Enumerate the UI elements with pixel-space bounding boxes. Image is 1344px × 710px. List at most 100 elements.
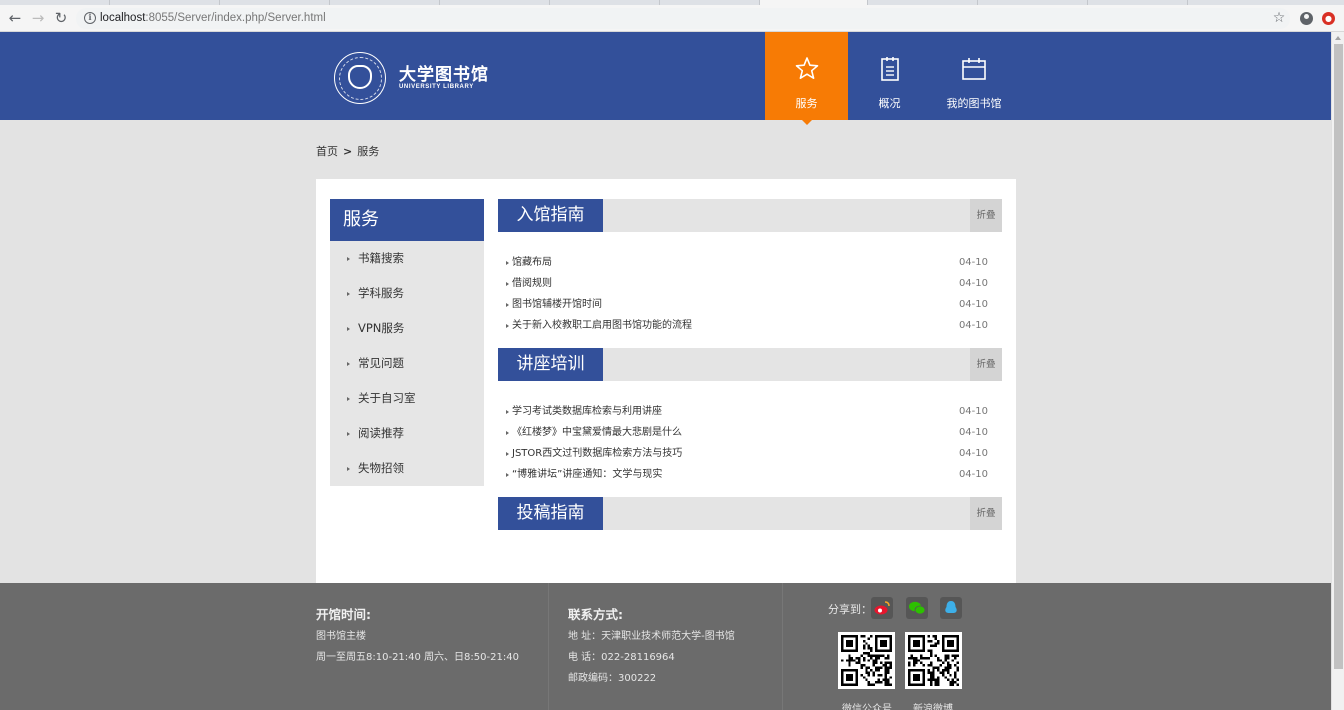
calendar-icon <box>962 58 986 80</box>
collapse-button[interactable]: 折叠 <box>970 348 1002 381</box>
list-item-title[interactable]: 关于新入校教职工启用图书馆功能的流程 <box>512 315 692 336</box>
list-item-date: 04-10 <box>958 469 988 480</box>
weibo-qr-code <box>905 632 962 689</box>
sidebar-item-reading-recommendation[interactable]: 阅读推荐 <box>330 416 484 451</box>
bullet-icon <box>506 282 509 286</box>
site-footer: 开馆时间: 图书馆主楼 周一至周五8:10-21:40 周六、日8:50-21:… <box>0 583 1331 710</box>
breadcrumb: 首页 > 服务 <box>316 143 379 159</box>
breadcrumb-current: 服务 <box>357 145 380 158</box>
back-arrow-icon[interactable]: ← <box>5 8 25 28</box>
footer-contact-title: 联系方式: <box>568 607 623 622</box>
bullet-icon <box>506 303 509 307</box>
nav-item-my-library[interactable]: 我的图书馆 <box>931 32 1017 120</box>
sidebar-item-subject-services[interactable]: 学科服务 <box>330 276 484 311</box>
share-label: 分享到： <box>828 603 872 616</box>
sidebar-item-study-room[interactable]: 关于自习室 <box>330 381 484 416</box>
breadcrumb-home-link[interactable]: 首页 <box>316 145 338 158</box>
nav-active-caret <box>801 120 812 125</box>
weibo-share-button[interactable] <box>871 597 893 619</box>
list-item-date: 04-10 <box>958 299 988 310</box>
list-item[interactable]: 借阅规则 04-10 <box>498 273 1002 294</box>
footer-hours-line1: 图书馆主楼 <box>316 631 366 642</box>
page-scrollbar[interactable] <box>1331 32 1344 710</box>
scroll-up-arrow-icon[interactable] <box>1335 36 1341 40</box>
section-title: 讲座培训 <box>498 348 603 381</box>
section-header: 投稿指南 折叠 <box>498 497 1002 530</box>
list-item[interactable]: 图书馆辅楼开馆时间 04-10 <box>498 294 1002 315</box>
section-submission-guide: 投稿指南 折叠 <box>498 497 1002 530</box>
nav-label: 我的图书馆 <box>946 97 1002 110</box>
bullet-icon <box>506 410 509 414</box>
list-item-date: 04-10 <box>958 278 988 289</box>
list-item[interactable]: JSTOR西文过刊数据库检索方法与技巧 04-10 <box>498 443 1002 464</box>
list-item-title[interactable]: 借阅规则 <box>512 273 552 294</box>
list-item-date: 04-10 <box>958 406 988 417</box>
list-item[interactable]: 馆藏布局 04-10 <box>498 252 1002 273</box>
library-seal-logo[interactable] <box>334 52 386 104</box>
star-icon <box>795 57 818 79</box>
list-item[interactable]: 《红楼梦》中宝黛爱情最大悲剧是什么 04-10 <box>498 422 1002 443</box>
footer-postal-code: 邮政编码：300222 <box>568 673 657 684</box>
nav-label: 概况 <box>878 97 901 110</box>
list-item-date: 04-10 <box>958 448 988 459</box>
qr-caption-wechat: 微信公众号 <box>842 704 892 710</box>
list-item-title[interactable]: 《红楼梦》中宝黛爱情最大悲剧是什么 <box>512 422 682 443</box>
list-item-title[interactable]: “博雅讲坛”讲座通知：文学与现实 <box>512 464 662 485</box>
list-item-title[interactable]: 图书馆辅楼开馆时间 <box>512 294 602 315</box>
forward-arrow-icon[interactable]: → <box>28 8 48 28</box>
logo-title[interactable]: 大学图书馆 <box>399 60 489 85</box>
bookmark-star-icon[interactable]: ☆ <box>1270 8 1288 28</box>
sidebar-item-book-search[interactable]: 书籍搜索 <box>330 241 484 276</box>
qq-share-button[interactable] <box>940 597 962 619</box>
footer-divider <box>782 583 783 710</box>
list-item[interactable]: “博雅讲坛”讲座通知：文学与现实 04-10 <box>498 464 1002 485</box>
qr-caption-weibo: 新浪微博 <box>913 704 953 710</box>
address-bar[interactable]: i localhost:8055/Server/index.php/Server… <box>76 8 1290 29</box>
list-item-date: 04-10 <box>958 257 988 268</box>
list-item-title[interactable]: 学习考试类数据库检索与利用讲座 <box>512 401 662 422</box>
list-item-date: 04-10 <box>958 427 988 438</box>
section-lectures: 讲座培训 折叠 学习考试类数据库检索与利用讲座 04-10 《红楼梦》中宝黛爱情最… <box>498 348 1002 485</box>
document-icon <box>880 57 899 81</box>
footer-address: 地 址：天津职业技术师范大学-图书馆 <box>568 631 735 642</box>
wechat-share-button[interactable] <box>906 597 928 619</box>
collapse-button[interactable]: 折叠 <box>970 497 1002 530</box>
breadcrumb-separator: > <box>343 145 353 158</box>
nav-item-services[interactable]: 服务 <box>765 32 848 125</box>
section-list: 学习考试类数据库检索与利用讲座 04-10 《红楼梦》中宝黛爱情最大悲剧是什么 04… <box>498 381 1002 485</box>
section-entry-guide: 入馆指南 折叠 馆藏布局 04-10 借阅规则 04-10 图书馆辅楼开馆时间 04-… <box>498 199 1002 336</box>
nav-item-overview[interactable]: 概况 <box>848 32 931 120</box>
footer-hours-title: 开馆时间: <box>316 607 371 622</box>
qq-icon <box>945 601 957 613</box>
weibo-icon <box>874 601 890 615</box>
footer-hours-line2: 周一至周五8:10-21:40 周六、日8:50-21:40 <box>316 652 519 663</box>
bullet-icon <box>506 261 509 265</box>
bullet-icon <box>506 431 509 435</box>
list-item[interactable]: 学习考试类数据库检索与利用讲座 04-10 <box>498 401 1002 422</box>
sidebar-item-faq[interactable]: 常见问题 <box>330 346 484 381</box>
sidebar-menu: 书籍搜索 学科服务 VPN服务 常见问题 关于自习室 阅读推荐 失物招领 <box>330 241 484 486</box>
list-item-title[interactable]: 馆藏布局 <box>512 252 552 273</box>
sidebar-item-vpn[interactable]: VPN服务 <box>330 311 484 346</box>
profile-avatar-icon[interactable] <box>1300 12 1313 25</box>
list-item-title[interactable]: JSTOR西文过刊数据库检索方法与技巧 <box>512 443 682 464</box>
section-title: 入馆指南 <box>498 199 603 232</box>
collapse-button[interactable]: 折叠 <box>970 199 1002 232</box>
scrollbar-thumb[interactable] <box>1334 44 1343 669</box>
logo-subtitle: UNIVERSITY LIBRARY <box>399 84 474 90</box>
sidebar-title: 服务 <box>330 199 484 241</box>
address-url[interactable]: localhost:8055/Server/index.php/Server.h… <box>100 10 326 27</box>
sidebar-item-lost-and-found[interactable]: 失物招领 <box>330 451 484 486</box>
info-icon[interactable]: i <box>84 12 96 24</box>
browser-toolbar: ← → ↻ i localhost:8055/Server/index.php/… <box>0 5 1344 32</box>
list-item[interactable]: 关于新入校教职工启用图书馆功能的流程 04-10 <box>498 315 1002 336</box>
reload-icon[interactable]: ↻ <box>51 8 71 28</box>
bullet-icon <box>506 324 509 328</box>
section-header: 讲座培训 折叠 <box>498 348 1002 381</box>
extension-icon[interactable]: ● <box>1322 12 1335 25</box>
list-item-date: 04-10 <box>958 320 988 331</box>
main-content-panel: 服务 书籍搜索 学科服务 VPN服务 常见问题 关于自习室 阅读推荐 失物招领 … <box>316 179 1016 583</box>
section-title: 投稿指南 <box>498 497 603 530</box>
section-header: 入馆指南 折叠 <box>498 199 1002 232</box>
bullet-icon <box>506 452 509 456</box>
